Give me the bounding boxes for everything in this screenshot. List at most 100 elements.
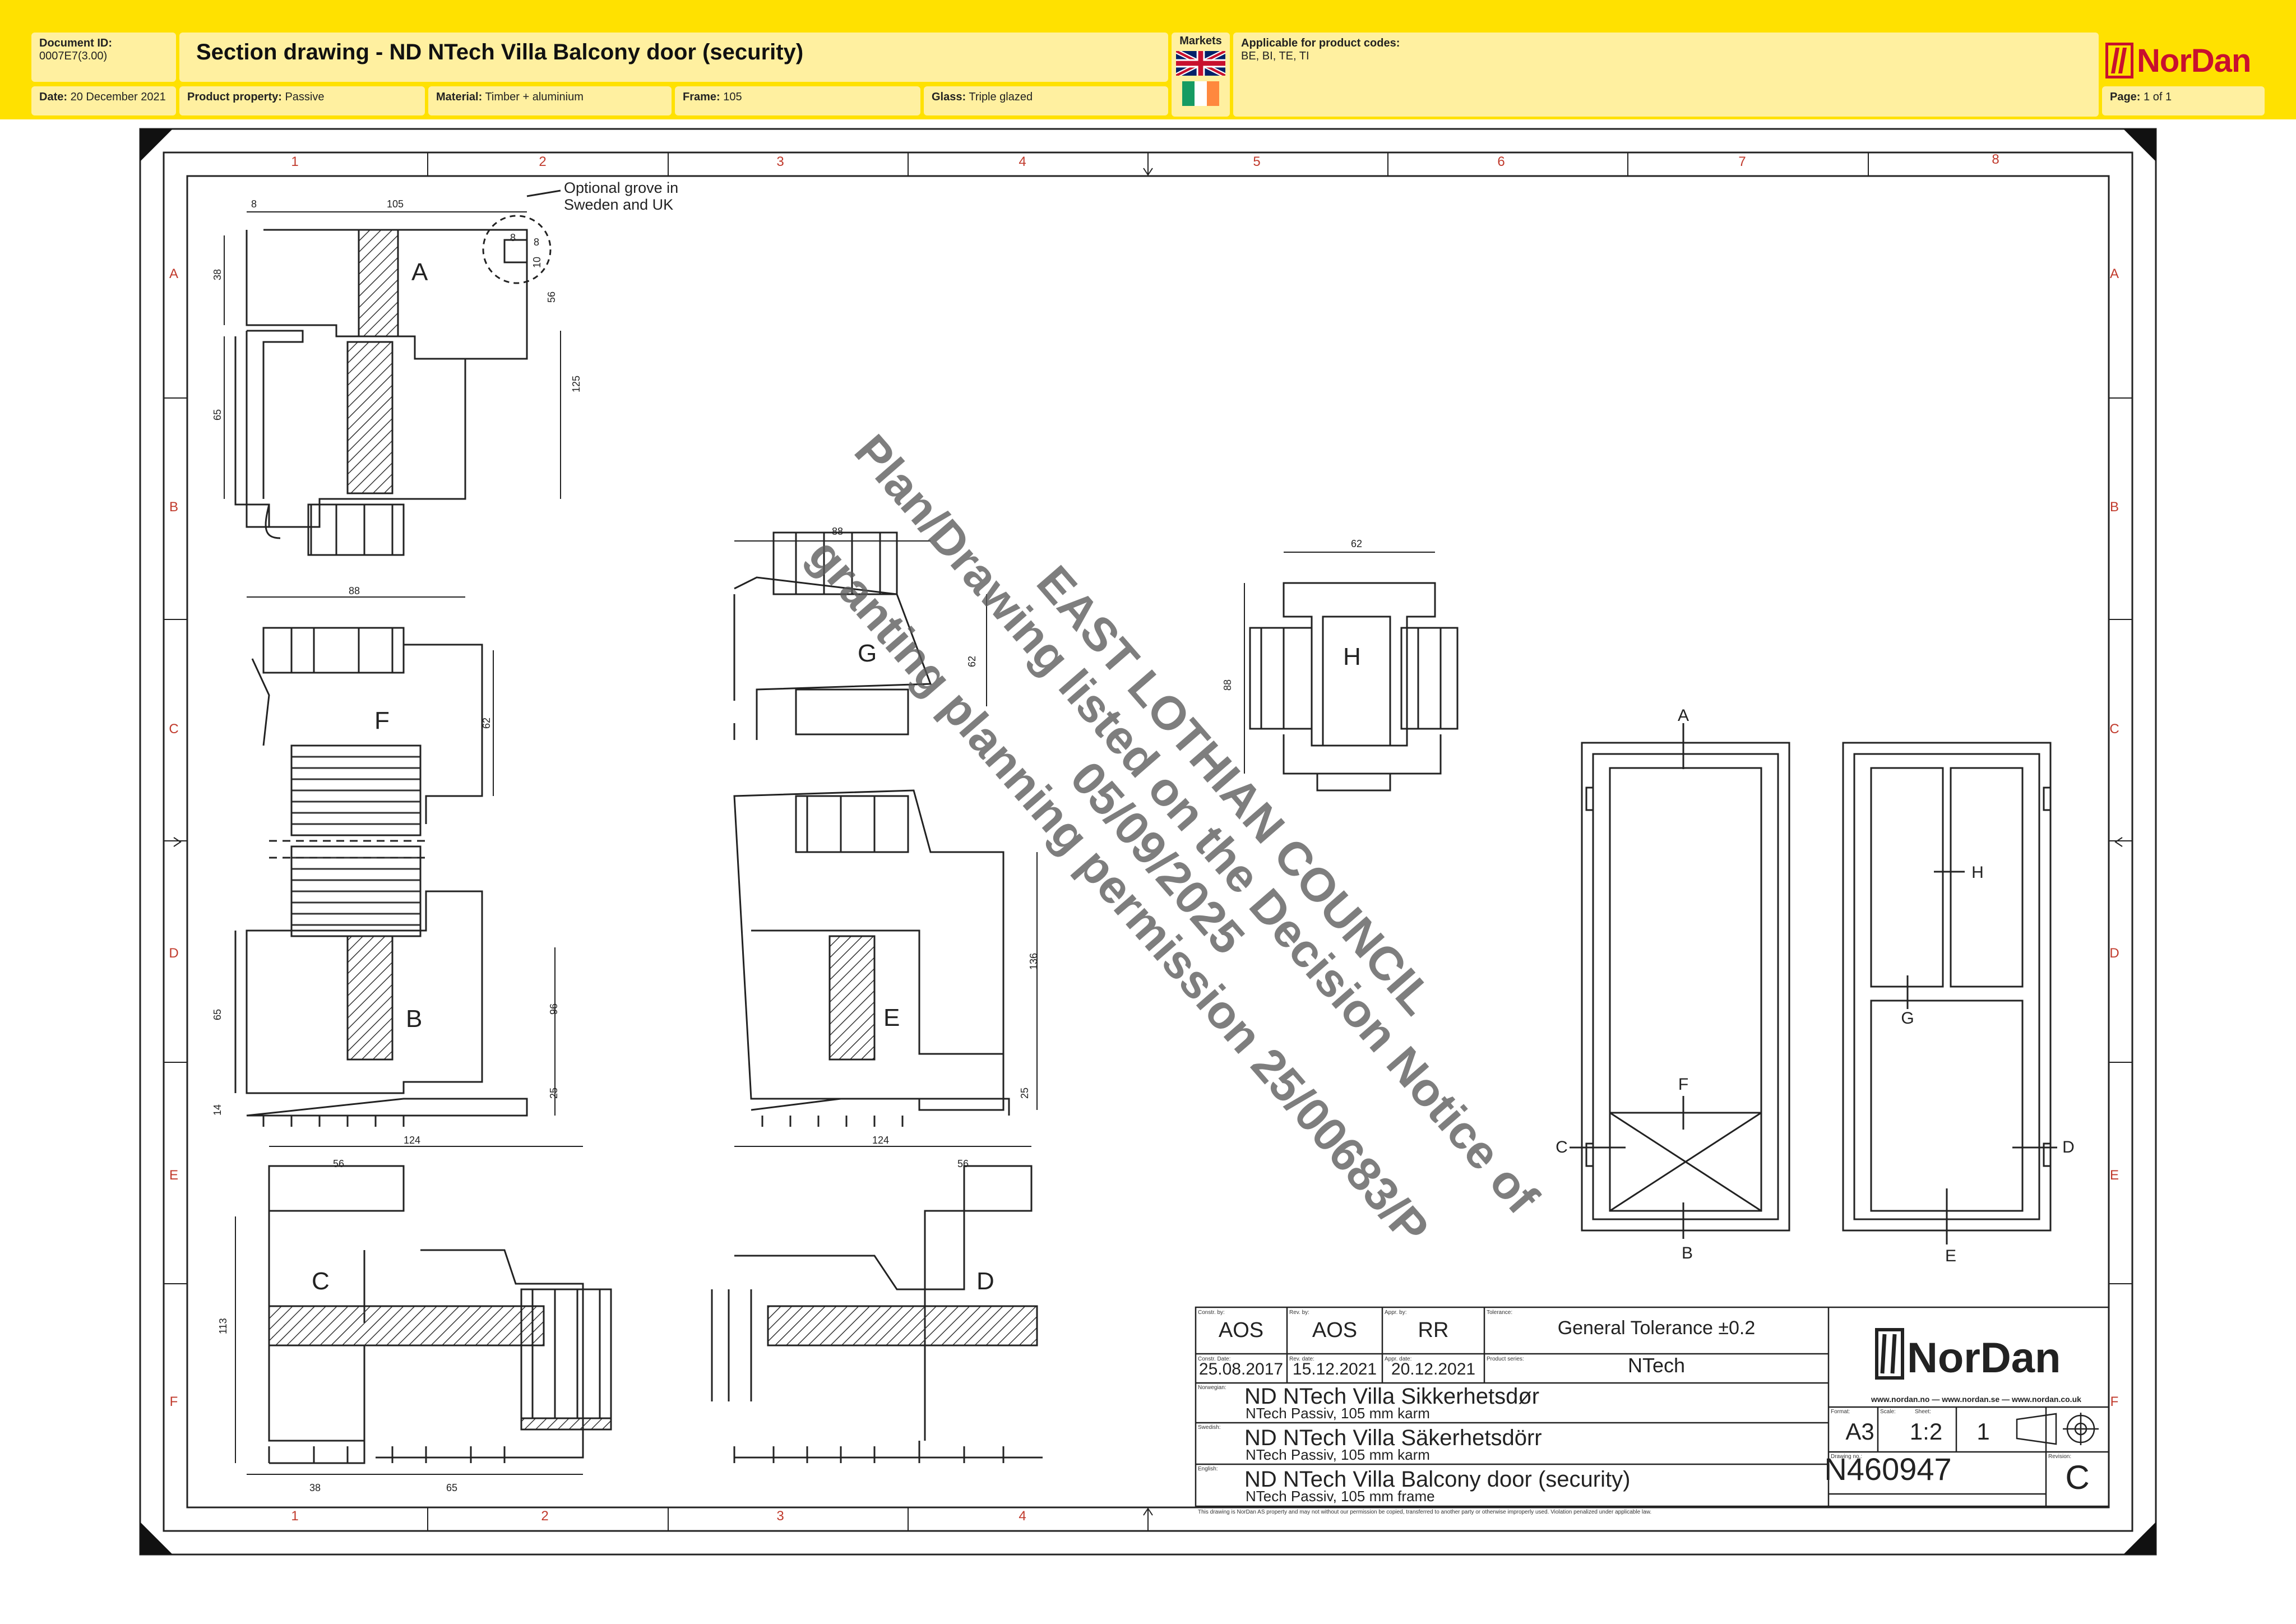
dim-text: 65 [446, 1482, 457, 1493]
tolerance-value: General Tolerance ±0.2 [1558, 1317, 1756, 1339]
col-label: 2 [539, 154, 546, 169]
sheet-label: Sheet: [1915, 1409, 1931, 1415]
dim-text: 125 [571, 376, 582, 392]
product-series-value: NTech [1628, 1354, 1685, 1377]
dim-text: 65 [212, 409, 223, 420]
groove-note-line1: Optional grove in [564, 179, 678, 196]
row-label: A [2110, 266, 2119, 281]
product-series-label: Product series: [1487, 1356, 1524, 1362]
section-label-f: F [374, 707, 390, 734]
section-a-drawing [234, 189, 561, 556]
const-by-label: Constr. by: [1198, 1310, 1225, 1316]
elev-label-h: H [1971, 863, 1984, 882]
product-sub-no: NTech Passiv, 105 mm karm [1246, 1405, 1430, 1422]
format-value: A3 [1845, 1418, 1874, 1445]
col-label: 3 [776, 1509, 784, 1524]
center-arrow-right [2114, 837, 2123, 847]
const-date-value: 25.08.2017 [1199, 1360, 1283, 1378]
dim-text: 62 [481, 718, 492, 729]
dim-text: 105 [387, 198, 404, 210]
dim-text: 56 [957, 1158, 969, 1169]
footer-note: This drawing is NorDan AS property and m… [1198, 1509, 1651, 1515]
elev-label-f: F [1678, 1075, 1688, 1094]
col-label: 2 [541, 1509, 548, 1524]
dim-text: 136 [1028, 953, 1039, 970]
websites: www.nordan.no — www.nordan.se — www.nord… [1871, 1395, 2081, 1404]
dim-text: 25 [548, 1088, 559, 1099]
col-label: 4 [1019, 154, 1026, 169]
product-sub-en: NTech Passiv, 105 mm frame [1246, 1488, 1435, 1505]
title-block-logo: NorDan www.nordan.no — www.nordan.se — w… [1871, 1328, 2081, 1404]
dim-text: 8 [534, 237, 539, 248]
projection-symbol-icon [2016, 1413, 2099, 1445]
dim-text: 14 [212, 1104, 223, 1116]
col-label: 5 [1253, 154, 1260, 169]
dim-text: 113 [217, 1318, 229, 1334]
col-label: 1 [291, 154, 298, 169]
dim-text: 124 [872, 1135, 889, 1146]
elev-label-e: E [1945, 1247, 1956, 1265]
sheet-value: 1 [1976, 1418, 1989, 1445]
drawing-no-value: N460947 [1824, 1451, 1951, 1487]
col-label: 7 [1738, 154, 1746, 169]
rev-by-label: Rev. by: [1289, 1310, 1309, 1316]
tolerance-label: Tolerance: [1487, 1310, 1512, 1316]
row-label: B [169, 499, 178, 515]
section-label-h: H [1343, 643, 1361, 670]
dim-text: 10 [531, 257, 543, 268]
lang-se-label: Swedish: [1198, 1424, 1221, 1431]
dim-text: 56 [546, 292, 557, 303]
dim-text: 25 [1019, 1088, 1030, 1099]
section-c-drawing [268, 1165, 612, 1464]
lang-no-label: Norwegian: [1198, 1385, 1226, 1391]
col-label: 6 [1497, 154, 1505, 169]
section-label-e: E [883, 1004, 900, 1031]
corner-mark-tr [2123, 129, 2156, 161]
dim-text: 38 [309, 1482, 321, 1493]
row-label: C [169, 721, 178, 737]
product-sub-se: NTech Passiv, 105 mm karm [1246, 1446, 1430, 1463]
dim-text: 62 [1351, 538, 1362, 549]
row-label: F [2110, 1394, 2119, 1409]
row-label: D [2109, 946, 2119, 961]
groove-note-line2: Sweden and UK [564, 196, 673, 213]
section-label-c: C [312, 1267, 330, 1295]
groove-note: Optional grove in Sweden and UK [564, 179, 683, 213]
corner-mark-br [2123, 1522, 2156, 1554]
section-d-drawing [711, 1165, 1043, 1463]
section-label-b: B [406, 1005, 422, 1033]
title-logo-text: NorDan [1907, 1334, 2061, 1382]
elev-label-d: D [2062, 1138, 2075, 1156]
row-label: D [169, 946, 178, 961]
corner-mark-tl [140, 129, 173, 161]
format-label: Format: [1831, 1409, 1850, 1415]
dim-text: 96 [548, 1003, 559, 1015]
col-label: 4 [1019, 1509, 1026, 1524]
appr-date-value: 20.12.2021 [1391, 1360, 1475, 1378]
dim-text: 8 [251, 198, 257, 210]
elev-label-b: B [1682, 1244, 1693, 1262]
dim-text: 8 [510, 232, 516, 243]
dim-text: 65 [212, 1009, 223, 1020]
appr-by-label: Appr. by: [1385, 1310, 1406, 1316]
row-label: E [2110, 1168, 2119, 1183]
const-by-value: AOS [1219, 1318, 1263, 1342]
row-label: A [169, 266, 178, 281]
rev-by-value: AOS [1312, 1318, 1357, 1342]
section-h-drawing [1249, 582, 1459, 792]
dim-text: 88 [349, 585, 360, 596]
section-label-a: A [411, 258, 428, 286]
col-label: 1 [291, 1509, 298, 1524]
row-label: B [2110, 499, 2119, 515]
col-label: 3 [776, 154, 784, 169]
revision-value: C [2065, 1459, 2089, 1496]
door-elevation-left [1570, 723, 1790, 1239]
appr-by-value: RR [1418, 1318, 1449, 1342]
scale-label: Scale: [1880, 1409, 1896, 1415]
door-elevation-right [1842, 742, 2057, 1244]
lang-en-label: English: [1198, 1466, 1218, 1472]
dim-text: 88 [1222, 679, 1233, 691]
dim-text: 56 [333, 1158, 344, 1169]
dim-text: 124 [404, 1135, 420, 1146]
elev-label-a: A [1678, 706, 1689, 725]
